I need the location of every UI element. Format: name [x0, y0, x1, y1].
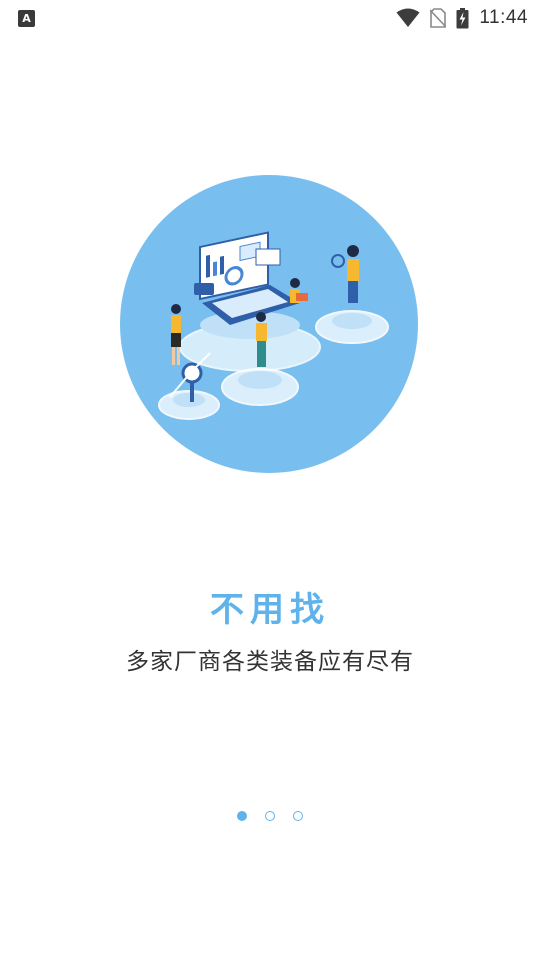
page-indicator: [0, 811, 540, 821]
status-icons: 11:44: [396, 6, 528, 30]
page-indicator-dot[interactable]: [293, 811, 303, 821]
onboarding-title: 不用找: [210, 590, 330, 630]
wifi-icon: [396, 8, 420, 27]
onboarding-illustration: [120, 175, 418, 473]
status-bar: A 11:44: [0, 0, 540, 36]
no-sim-icon: [430, 8, 447, 28]
onboarding-subtitle: 多家厂商各类装备应有尽有: [126, 649, 414, 675]
page-indicator-dot[interactable]: [265, 811, 275, 821]
clock: 11:44: [479, 7, 528, 28]
battery-charging-icon: [456, 7, 469, 28]
page-indicator-dot[interactable]: [237, 811, 247, 821]
keyboard-notification-icon: A: [18, 10, 35, 27]
